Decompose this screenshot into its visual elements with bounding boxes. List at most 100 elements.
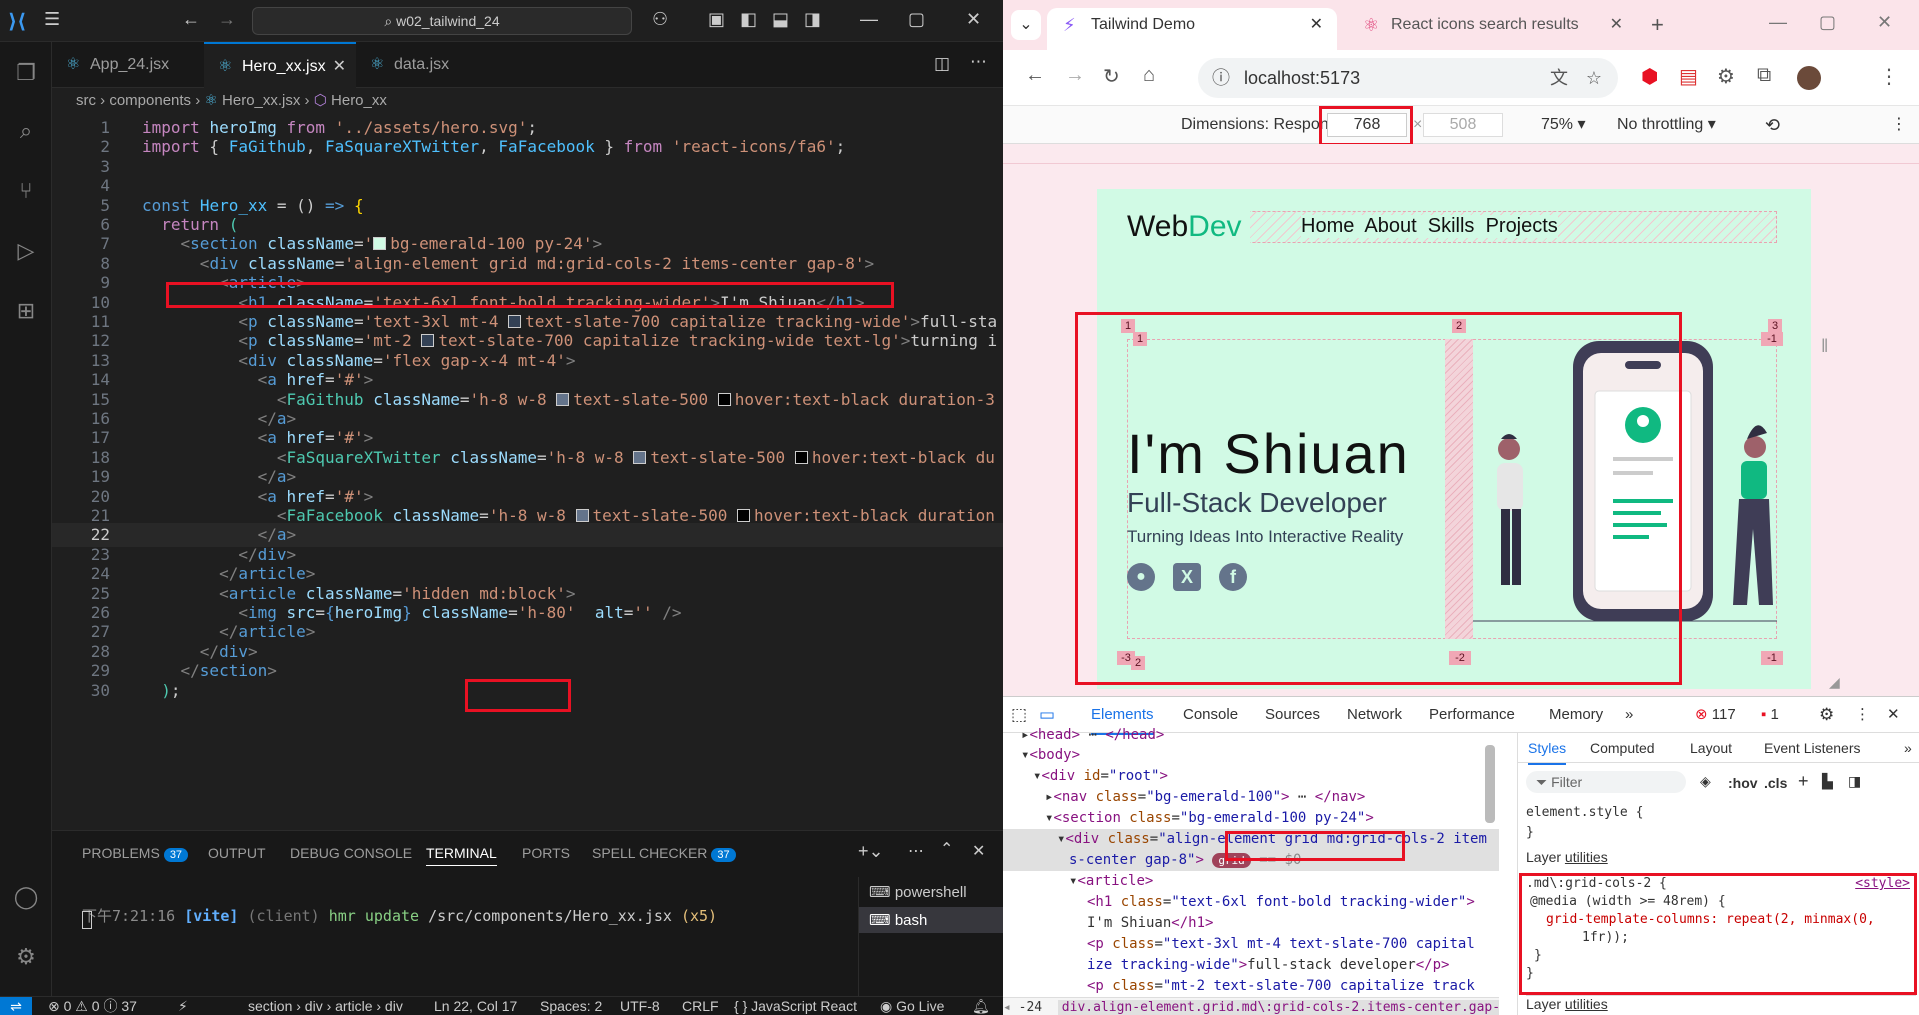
site-info-icon[interactable]: ⓘ xyxy=(1212,58,1230,98)
status-spaces[interactable]: Spaces: 2 xyxy=(540,997,602,1015)
devtools-settings-icon[interactable]: ⚙ xyxy=(1819,697,1834,733)
settings-gear-icon[interactable]: ⚙ xyxy=(11,942,41,972)
resize-corner-icon[interactable]: ◢ xyxy=(1829,674,1840,691)
toggle-sidebar-icon[interactable]: ◧ xyxy=(740,9,757,30)
cls-toggle[interactable]: .cls xyxy=(1764,775,1787,791)
minimize-icon[interactable]: — xyxy=(860,9,878,30)
error-count[interactable]: ⊗ 117 xyxy=(1695,697,1736,733)
add-rule-icon[interactable]: + xyxy=(1798,771,1809,792)
code-line[interactable]: 30 ); xyxy=(52,679,1003,703)
more-tabs-icon[interactable]: » xyxy=(1625,697,1633,733)
dom-node[interactable]: ize tracking-wide">full-stack developer<… xyxy=(1087,955,1449,976)
crumb-current[interactable]: div.align-element.grid.md\:grid-cols-2.i… xyxy=(1057,1000,1499,1015)
new-terminal-icon[interactable]: +⌄ xyxy=(858,841,884,862)
new-tab-icon[interactable]: + xyxy=(1651,12,1664,38)
tab-event-listeners[interactable]: Event Listeners xyxy=(1764,733,1861,763)
dom-tree[interactable]: ▸<head> ⋯ </head> ▾<body> ▾<div id="root… xyxy=(1003,727,1499,1015)
nav-projects[interactable]: Projects xyxy=(1486,215,1558,237)
notifications-icon[interactable]: 🔔︎ xyxy=(972,997,990,1015)
maximize-icon[interactable]: ▢ xyxy=(908,9,925,30)
tab-memory[interactable]: Memory xyxy=(1549,697,1603,733)
pdf-extension-icon[interactable]: ▤ xyxy=(1679,64,1698,89)
extension-alert-icon[interactable]: ⚙ xyxy=(1717,64,1735,89)
dom-node[interactable]: ▾<body> xyxy=(1021,745,1080,766)
tab-spell-checker[interactable]: SPELL CHECKER 37 xyxy=(592,845,736,862)
url-input[interactable]: ⓘ localhost:5173 文 ☆ xyxy=(1198,58,1618,98)
dom-node[interactable]: <p class="mt-2 text-slate-700 capitalize… xyxy=(1087,976,1475,997)
minimize-icon[interactable]: — xyxy=(1769,12,1787,33)
forward-arrow-icon[interactable]: → xyxy=(218,9,236,30)
dom-node[interactable]: I'm Shiuan</h1> xyxy=(1087,913,1213,934)
account-icon[interactable]: ◯ xyxy=(11,882,41,912)
dom-node[interactable]: <p class="text-3xl mt-4 text-slate-700 c… xyxy=(1087,934,1475,955)
height-input[interactable]: 508 xyxy=(1423,113,1503,137)
close-tab-icon[interactable]: ✕ xyxy=(1310,8,1323,42)
source-control-icon[interactable]: ⑂ xyxy=(11,176,41,206)
reload-icon[interactable]: ↻ xyxy=(1103,64,1120,89)
tab-console[interactable]: Console xyxy=(1183,697,1238,733)
nav-about[interactable]: About xyxy=(1364,215,1416,237)
code-editor[interactable]: 1 import heroImg from '../assets/hero.svg… xyxy=(52,114,1003,830)
grid-badge[interactable]: grid xyxy=(1212,853,1251,868)
chrome-menu-icon[interactable]: ⋮ xyxy=(1879,64,1899,89)
extensions-puzzle-icon[interactable]: ⧉ xyxy=(1757,64,1771,87)
dom-node[interactable]: ▸<head> ⋯ </head> xyxy=(1021,725,1164,746)
tab-performance[interactable]: Performance xyxy=(1429,697,1515,733)
zoom-select[interactable]: 75% ▾ xyxy=(1541,106,1586,144)
more-tabs-icon[interactable]: » xyxy=(1904,733,1912,763)
maximize-panel-icon[interactable]: ⌃ xyxy=(940,839,953,859)
layout-icon[interactable]: ▣ xyxy=(708,9,725,30)
tab-terminal[interactable]: TERMINAL xyxy=(426,845,497,866)
tab-problems[interactable]: PROBLEMS 37 xyxy=(82,845,189,862)
run-debug-icon[interactable]: ▷ xyxy=(11,236,41,266)
close-window-icon[interactable]: ✕ xyxy=(1877,12,1892,33)
maximize-icon[interactable]: ▢ xyxy=(1819,12,1836,33)
menu-icon[interactable]: ☰ xyxy=(44,9,60,30)
close-tab-icon[interactable]: ✕ xyxy=(333,44,346,90)
close-panel-icon[interactable]: ✕ xyxy=(972,841,985,861)
tab-app-24[interactable]: ⚛ App_24.jsx xyxy=(52,42,204,88)
device-more-icon[interactable]: ⋮ xyxy=(1891,106,1907,144)
chrome-tab-react-icons[interactable]: ⚛ React icons search results ✕ xyxy=(1347,8,1637,50)
message-count[interactable]: ▪ 1 xyxy=(1761,697,1779,733)
profile-avatar[interactable] xyxy=(1797,66,1821,90)
utilities-link[interactable]: utilities xyxy=(1565,849,1608,865)
rotate-icon[interactable]: ⟲ xyxy=(1765,106,1780,144)
status-language[interactable]: { } JavaScript React xyxy=(734,997,857,1015)
tab-search-icon[interactable]: ⌄ xyxy=(1011,10,1041,40)
translate-icon[interactable]: 文 xyxy=(1550,58,1568,98)
breadcrumb-components[interactable]: components xyxy=(109,92,191,109)
sidebar-toggle-icon[interactable]: ◨ xyxy=(1848,773,1861,790)
tab-debug-console[interactable]: DEBUG CONSOLE xyxy=(290,845,412,861)
hov-toggle[interactable]: :hov xyxy=(1728,775,1758,791)
devtools-more-icon[interactable]: ⋮ xyxy=(1855,697,1870,733)
site-logo[interactable]: WebDev xyxy=(1127,211,1250,243)
search-icon[interactable]: ⌕ xyxy=(11,116,41,146)
home-icon[interactable]: ⌂ xyxy=(1143,64,1155,87)
layers-icon[interactable]: ◈ xyxy=(1700,773,1711,790)
command-center-search[interactable]: ⌕ w02_tailwind_24 xyxy=(252,7,632,35)
toggle-panel-icon[interactable]: ⬓ xyxy=(772,9,789,30)
dom-node[interactable]: <h1 class="text-6xl font-bold tracking-w… xyxy=(1087,892,1475,913)
forward-arrow-icon[interactable]: → xyxy=(1065,64,1085,87)
crumb-prev[interactable]: -24 xyxy=(1019,1000,1042,1015)
styles-filter[interactable]: ⏷ Filter xyxy=(1526,771,1686,793)
dom-node[interactable]: ▾<div id="root"> xyxy=(1033,766,1168,787)
github-icon[interactable]: ● xyxy=(1127,563,1155,591)
tab-computed[interactable]: Computed xyxy=(1590,733,1655,763)
copilot-icon[interactable]: ⚇ xyxy=(652,9,668,30)
throttling-select[interactable]: No throttling ▾ xyxy=(1617,106,1716,144)
breadcrumb-symbol[interactable]: Hero_xx xyxy=(331,92,387,109)
terminal-bash[interactable]: ⌨ bash xyxy=(859,907,1003,933)
css-rule-md-grid-cols-2[interactable]: .md\:grid-cols-2 {<style> @media (width … xyxy=(1526,875,1916,983)
facebook-icon[interactable]: f xyxy=(1219,563,1247,591)
tab-output[interactable]: OUTPUT xyxy=(208,845,266,861)
tab-layout[interactable]: Layout xyxy=(1690,733,1732,763)
nav-home[interactable]: Home xyxy=(1301,215,1354,237)
explorer-icon[interactable]: ❐ xyxy=(11,58,41,88)
close-icon[interactable]: ✕ xyxy=(966,9,981,30)
bookmark-star-icon[interactable]: ☆ xyxy=(1586,58,1602,98)
crumb-scroll[interactable]: ◂ xyxy=(1003,1000,1019,1015)
status-go-live[interactable]: ◉ Go Live xyxy=(880,997,944,1015)
chrome-tab-tailwind-demo[interactable]: ⚡ Tailwind Demo ✕ xyxy=(1047,8,1337,50)
